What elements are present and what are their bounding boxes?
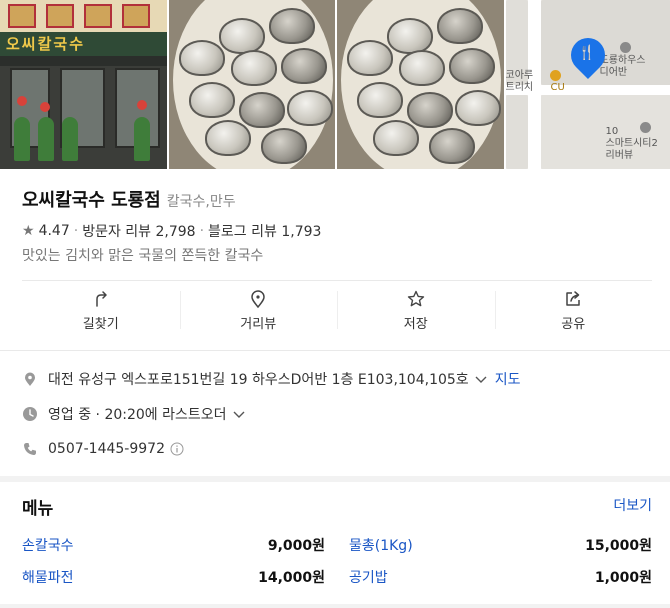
directions-label: 길찾기 (82, 316, 119, 332)
chevron-down-icon[interactable] (473, 371, 489, 387)
menu-item-name[interactable]: 해물파전 (22, 567, 74, 587)
phone-number[interactable]: 0507-1445-9972 (48, 441, 165, 457)
map-thumbnail[interactable]: 도룡하우스 디어반 CU 코아루 트리치 10 스마트시티2 리버뷰 (505, 0, 670, 169)
directions-icon (96, 290, 107, 307)
star-icon (407, 290, 424, 306)
phone-row: 0507-1445-9972 (22, 441, 184, 457)
menu-item-name[interactable]: 손칼국수 (22, 535, 74, 555)
directions-button[interactable]: 길찾기 (22, 281, 180, 339)
location-pin-icon (25, 372, 35, 386)
rating-value: 4.47 (38, 223, 70, 239)
food-photo[interactable] (337, 0, 504, 169)
signboard-text: 오씨칼국수 (6, 35, 86, 53)
building-icon (640, 122, 651, 133)
map-label: 10 스마트시티2 리버뷰 (605, 126, 658, 161)
menu-item-name[interactable]: 물총(1Kg) (349, 535, 413, 555)
rating-row: ★ 4.47 · 방문자 리뷰 2,798 · 블로그 리뷰 1,793 (22, 221, 322, 241)
menu-item-price: 15,000원 (585, 538, 652, 554)
menu-item-name[interactable]: 공기밥 (349, 567, 388, 587)
address-text: 대전 유성구 엑스포로151번길 19 하우스D어반 1층 E103,104,1… (48, 372, 469, 388)
save-button[interactable]: 저장 (337, 281, 495, 339)
place-header: 오씨칼국수 도룡점 칼국수,만두 (22, 186, 236, 212)
hours-row: 영업 중 · 20:20에 라스트오더 (22, 404, 247, 424)
share-button[interactable]: 공유 (494, 281, 653, 339)
info-icon[interactable] (170, 442, 184, 456)
photo-strip: 오씨칼국수 도룡하우스 디어반 CU 코아루 트리치 10 스마트시티2 리버뷰… (0, 0, 670, 169)
map-link[interactable]: 지도 (495, 369, 521, 389)
address-row: 대전 유성구 엑스포로151번길 19 하우스D어반 1층 E103,104,1… (22, 369, 520, 389)
map-label: CU (550, 82, 565, 93)
place-description: 맛있는 김치와 맑은 국물의 쫀득한 칼국수 (22, 248, 264, 264)
share-label: 공유 (561, 316, 586, 332)
menu-item[interactable]: 손칼국수 9,000원 (22, 535, 325, 555)
hours-text: 영업 중 · 20:20에 라스트오더 (48, 407, 227, 423)
place-name: 오씨칼국수 도룡점 (22, 190, 161, 211)
place-category: 칼국수,만두 (166, 194, 236, 210)
menu-item[interactable]: 공기밥 1,000원 (349, 567, 652, 587)
street-view-icon (251, 289, 266, 308)
convenience-store-icon (550, 70, 561, 81)
street-view-button[interactable]: 거리뷰 (179, 281, 338, 339)
menu-item-price: 1,000원 (594, 570, 652, 586)
chevron-down-icon[interactable] (231, 406, 247, 422)
visitor-reviews-link[interactable]: 방문자 리뷰 2,798 (82, 221, 195, 241)
menu-item-price: 14,000원 (258, 570, 325, 586)
menu-heading: 메뉴 (22, 499, 54, 519)
menu-item[interactable]: 해물파전 14,000원 (22, 567, 325, 587)
map-label: 코아루 트리치 (505, 70, 534, 93)
menu-item[interactable]: 물총(1Kg) 15,000원 (349, 535, 652, 555)
star-icon: ★ (22, 223, 35, 239)
save-label: 저장 (403, 316, 428, 332)
map-label: 도룡하우스 디어반 (599, 55, 646, 78)
clock-icon (23, 407, 37, 421)
blog-reviews-link[interactable]: 블로그 리뷰 1,793 (208, 221, 321, 241)
menu-item-price: 9,000원 (267, 538, 325, 554)
food-photo[interactable] (168, 0, 335, 169)
share-icon (566, 290, 580, 306)
action-bar: 길찾기 거리뷰 저장 공유 (22, 281, 652, 339)
store-signboard: 오씨칼국수 (0, 0, 167, 56)
building-icon (620, 42, 631, 53)
phone-icon (24, 443, 36, 455)
storefront-photo[interactable]: 오씨칼국수 (0, 0, 167, 169)
menu-more-link[interactable]: 더보기 (613, 495, 652, 515)
street-view-label: 거리뷰 (240, 316, 277, 332)
